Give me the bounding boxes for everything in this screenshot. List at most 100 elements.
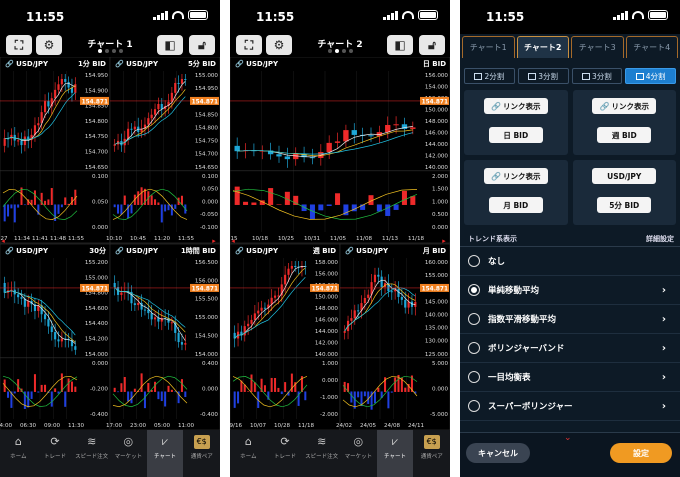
tab-home[interactable]: ⌂ ホーム: [230, 430, 267, 477]
radio-button[interactable]: [468, 400, 480, 412]
y-tick-label: 156.500: [195, 260, 219, 266]
chart-panes-svg[interactable]: 🔗 USD/JPY日 BID156.000154.000152.000150.0…: [230, 57, 450, 430]
pane-nav-arrow-icon[interactable]: ▸: [212, 237, 216, 245]
fullscreen-button[interactable]: ⛶: [236, 35, 262, 55]
radio-button[interactable]: [468, 342, 480, 354]
pane-nav-arrow-icon[interactable]: ◂: [231, 237, 235, 245]
chart-pane[interactable]: 🔗 USD/JPY 30分155.200155.000154.800154.600…: [0, 243, 111, 430]
x-tick-label: 11:55: [178, 236, 195, 242]
oscillator-bar: [393, 204, 399, 210]
split-option-2[interactable]: 3分割: [517, 68, 569, 84]
timeframe-side-button[interactable]: 週 BID: [597, 127, 652, 143]
chart-panes-svg[interactable]: 🔗 USD/JPY 1分 BID 154.950 154.900 154.850 154.…: [0, 57, 220, 430]
chart-pane[interactable]: 🔗 USD/JPY 1時間 BID 156.500 156.000 155.500 155…: [106, 243, 220, 430]
cancel-button[interactable]: キャンセル: [466, 443, 530, 463]
oscillator-bar: [404, 387, 407, 392]
tab-chart-2[interactable]: チャート2: [516, 36, 569, 58]
oscillator-bar: [180, 379, 183, 392]
chart-pane[interactable]: 🔗 USD/JPY月 BID160.000155.000150.000145.0…: [336, 243, 450, 430]
chevron-right-icon[interactable]: ›: [662, 285, 666, 296]
pane-nav-arrow-icon[interactable]: ▸: [442, 237, 446, 245]
tab-home[interactable]: ⌂ ホーム: [0, 430, 37, 477]
pane-config-cell: USD/JPY 5分 BID: [572, 160, 676, 225]
settings-button[interactable]: ⚙: [36, 35, 62, 55]
chevron-right-icon[interactable]: ›: [662, 401, 666, 412]
trend-option-row[interactable]: ボリンジャーバンド ›: [460, 334, 680, 363]
apply-settings-button[interactable]: 設定: [610, 443, 672, 463]
tab-trade[interactable]: ⟳ トレード: [37, 430, 74, 477]
chevron-right-icon[interactable]: ›: [662, 372, 666, 383]
oscillator-bar: [160, 391, 163, 402]
settings-button[interactable]: ⚙: [266, 35, 292, 55]
link-display-button[interactable]: 🔗 リンク表示: [483, 98, 548, 114]
radio-button[interactable]: [468, 255, 480, 267]
tab-chart[interactable]: ⩗ チャート: [376, 430, 414, 477]
x-tick-label: 11:30: [68, 423, 85, 429]
osc-tick-label: -0.200: [90, 386, 108, 392]
oscillator-bar: [277, 387, 280, 392]
timeframe-side-button[interactable]: 5分 BID: [597, 197, 652, 213]
candle-body: [37, 123, 40, 126]
tab-chart-4[interactable]: チャート4: [625, 36, 678, 58]
chart-pane[interactable]: 🔗 USD/JPY週 BID158.000156.000153.000150.0…: [230, 243, 341, 430]
radio-button[interactable]: [468, 284, 480, 296]
candle-body: [253, 313, 256, 320]
trend-option-row[interactable]: 単純移動平均 ›: [460, 276, 680, 305]
tab-chart-1[interactable]: チャート1: [462, 36, 515, 58]
chevron-right-icon[interactable]: ›: [662, 343, 666, 354]
chart-grid[interactable]: 🔗 USD/JPY日 BID156.000154.000152.000150.0…: [230, 57, 450, 430]
split-option-3[interactable]: 3分割: [571, 68, 623, 84]
link-display-button[interactable]: 🔗 リンク表示: [483, 168, 548, 184]
candle-body: [357, 310, 360, 312]
globe-icon: ◎: [123, 435, 134, 448]
trend-option-row[interactable]: 一目均衡表 ›: [460, 363, 680, 392]
tab-speed-order[interactable]: ≋ スピード注文: [73, 430, 110, 477]
order-panel-button[interactable]: ◧: [157, 35, 183, 55]
detail-settings-link[interactable]: 詳細設定: [646, 234, 674, 244]
oscillator-bar: [54, 388, 57, 392]
candle-body: [243, 326, 246, 336]
osc-tick-label: 0.000: [202, 386, 218, 392]
tab-chart-3[interactable]: チャート3: [571, 36, 624, 58]
unlock-button[interactable]: 🔓︎: [189, 35, 215, 55]
unlock-button[interactable]: 🔓︎: [419, 35, 445, 55]
chart-pane[interactable]: 🔗 USD/JPY5分 BID155.000154.950154.900154.…: [106, 57, 220, 244]
y-tick-label: 156.000: [315, 271, 339, 277]
trend-option-row[interactable]: 指数平滑移動平均 ›: [460, 305, 680, 334]
tab-speed-order[interactable]: ≋ スピード注文: [303, 430, 340, 477]
unlock-icon: 🔓︎: [428, 37, 436, 52]
oscillator-bar: [117, 391, 120, 393]
candle-body: [257, 310, 260, 314]
currency-pair-button[interactable]: USD/JPY: [592, 168, 657, 184]
tab-trade[interactable]: ⟳ トレード: [267, 430, 304, 477]
radio-button[interactable]: [468, 313, 480, 325]
tab-globe[interactable]: ◎ マーケット: [110, 430, 147, 477]
order-panel-button[interactable]: ◧: [387, 35, 413, 55]
oscillator-bar: [357, 391, 360, 398]
trend-option-row[interactable]: スーパーボリンジャー ›: [460, 392, 680, 421]
split-option-1[interactable]: 2分割: [464, 68, 515, 84]
fullscreen-button[interactable]: ⛶: [6, 35, 32, 55]
tab-chart[interactable]: ⩗ チャート: [146, 430, 184, 477]
tab-currency-pair[interactable]: €$ 通貨ペア: [413, 430, 450, 477]
chart-pane[interactable]: 🔗 USD/JPY 1分 BID154.950154.900154.850154.…: [0, 57, 111, 244]
candle-body: [350, 318, 353, 321]
chart-pane[interactable]: 🔗 USD/JPY日 BID156.000154.000152.000150.0…: [230, 57, 450, 244]
timeframe-side-button[interactable]: 日 BID: [488, 127, 543, 143]
timeframe-side-button[interactable]: 月 BID: [488, 197, 543, 213]
oscillator-bar: [37, 391, 40, 393]
y-tick-label: 154.000: [85, 352, 109, 358]
y-tick-label: 125.000: [425, 352, 449, 358]
pane-config-cell: 🔗 リンク表示週 BID: [572, 90, 676, 155]
pane-timeframe-label: 月 BID: [422, 247, 446, 255]
chart-grid[interactable]: 🔗 USD/JPY 1分 BID 154.950 154.900 154.850 154.…: [0, 57, 220, 430]
gear-icon: ⚙: [273, 38, 285, 52]
trend-option-row[interactable]: なし: [460, 247, 680, 276]
pane-nav-arrow-icon[interactable]: ◂: [1, 237, 5, 245]
radio-button[interactable]: [468, 371, 480, 383]
tab-globe[interactable]: ◎ マーケット: [340, 430, 377, 477]
link-display-button[interactable]: 🔗 リンク表示: [592, 98, 657, 114]
tab-currency-pair[interactable]: €$ 通貨ペア: [183, 430, 220, 477]
chevron-right-icon[interactable]: ›: [662, 314, 666, 325]
split-option-4[interactable]: 4分割: [625, 68, 676, 84]
